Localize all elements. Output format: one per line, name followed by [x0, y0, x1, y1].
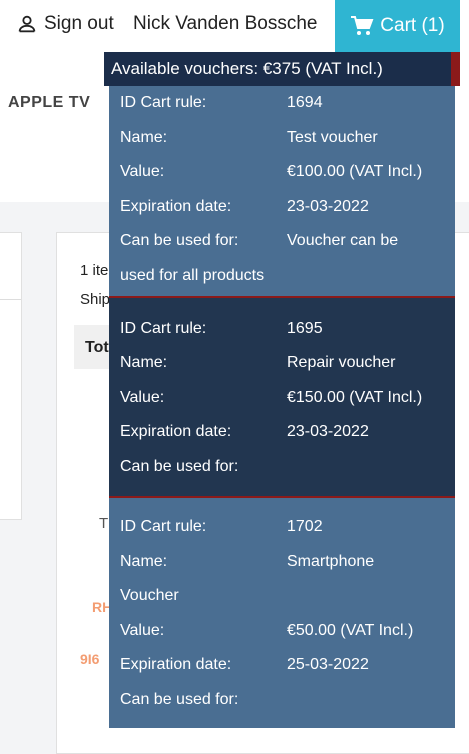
cart-items-card [0, 232, 22, 520]
value-label: Value: [120, 621, 165, 639]
cart-label: Cart (1) [380, 15, 445, 36]
promo-code[interactable]: 9I6 [80, 651, 99, 667]
id-label: ID Cart rule: [120, 518, 207, 535]
voucher-item[interactable]: ID Cart rule: 1695 Name: Repair voucher … [109, 297, 455, 496]
value-label: Value: [120, 388, 165, 406]
id-label: ID Cart rule: [120, 94, 207, 111]
voucher-id-row: ID Cart rule: 1694 [109, 86, 455, 121]
voucher-expiration-row: Expiration date: 23-03-2022 [109, 415, 455, 450]
voucher-name-row: Name: Smartphone [109, 545, 455, 580]
voucher-dropdown: ID Cart rule: 1694 Name: Test voucher Va… [109, 86, 455, 728]
value-amount: €150.00 (VAT Incl.) [287, 388, 423, 406]
id-value: 1695 [287, 319, 323, 337]
name-value-continued: Voucher [120, 587, 179, 604]
promo-text: T [99, 515, 109, 532]
sign-out-label: Sign out [44, 13, 114, 34]
divider [0, 299, 21, 300]
top-bar: Sign out Nick Vanden Bossche Cart (1) [0, 0, 469, 52]
shopping-cart-icon [351, 16, 374, 35]
value-amount: €50.00 (VAT Incl.) [287, 621, 414, 639]
name-label: Name: [120, 128, 168, 146]
expiration-value: 23-03-2022 [287, 197, 369, 215]
voucher-value-row: Value: €150.00 (VAT Incl.) [109, 381, 455, 416]
name-value: Test voucher [287, 128, 378, 146]
shipping-text: Ship [80, 291, 111, 308]
name-value: Smartphone [287, 552, 375, 570]
voucher-usage-row: Can be used for: [109, 683, 455, 718]
voucher-expiration-row: Expiration date: 25-03-2022 [109, 648, 455, 683]
id-value: 1694 [287, 94, 323, 111]
cart-button[interactable]: Cart (1) [335, 0, 460, 52]
name-label: Name: [120, 552, 168, 570]
usage-value: Voucher can be [287, 232, 399, 249]
expiration-label: Expiration date: [120, 656, 232, 673]
user-icon [18, 15, 36, 33]
item-count-text: 1 ite [80, 262, 109, 279]
usage-label: Can be used for: [120, 457, 239, 475]
voucher-usage-row: Can be used for: Voucher can be [109, 224, 455, 259]
name-label: Name: [120, 354, 168, 371]
voucher-name-row: Name: Test voucher [109, 121, 455, 156]
voucher-item[interactable]: ID Cart rule: 1694 Name: Test voucher Va… [109, 86, 455, 296]
expiration-label: Expiration date: [120, 197, 232, 215]
usage-value-continued: used for all products [120, 266, 265, 284]
voucher-expiration-row: Expiration date: 23-03-2022 [109, 190, 455, 225]
expiration-label: Expiration date: [120, 423, 232, 440]
voucher-id-row: ID Cart rule: 1702 [109, 510, 455, 545]
value-label: Value: [120, 163, 165, 180]
id-label: ID Cart rule: [120, 319, 207, 337]
name-value: Repair voucher [287, 354, 396, 371]
total-text: Tot [85, 339, 109, 356]
expiration-value: 23-03-2022 [287, 423, 369, 440]
usage-label: Can be used for: [120, 690, 239, 708]
voucher-value-row: Value: €50.00 (VAT Incl.) [109, 614, 455, 649]
sign-out-link[interactable]: Sign out [16, 13, 114, 35]
usage-label: Can be used for: [120, 232, 239, 249]
voucher-id-row: ID Cart rule: 1695 [109, 312, 455, 347]
header-accent [451, 52, 460, 86]
value-amount: €100.00 (VAT Incl.) [287, 163, 423, 180]
voucher-item[interactable]: ID Cart rule: 1702 Name: Smartphone Vouc… [109, 498, 455, 728]
available-vouchers-header[interactable]: Available vouchers: €375 (VAT Incl.) [104, 52, 451, 86]
voucher-value-row: Value: €100.00 (VAT Incl.) [109, 155, 455, 190]
id-value: 1702 [287, 518, 323, 535]
nav-item-apple-tv[interactable]: APPLE TV [8, 94, 90, 112]
voucher-name-row: Name: Repair voucher [109, 346, 455, 381]
account-name-link[interactable]: Nick Vanden Bossche [133, 13, 317, 35]
voucher-usage-row: Can be used for: [109, 450, 455, 485]
expiration-value: 25-03-2022 [287, 656, 369, 673]
